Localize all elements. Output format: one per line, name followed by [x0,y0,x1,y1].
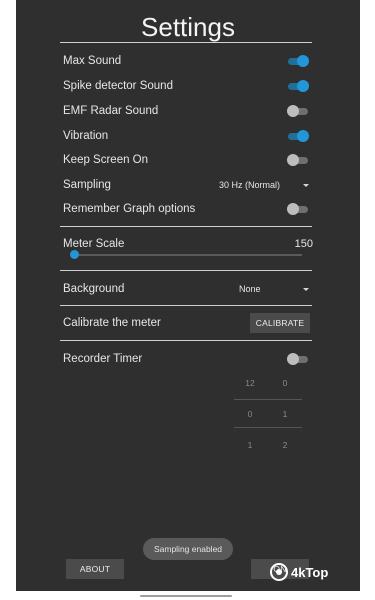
title-divider [60,42,312,43]
picker-hour-value[interactable]: 1 [240,440,260,450]
page-title: Settings [141,12,235,42]
setting-label: Vibration [63,130,109,142]
setting-label: Remember Graph options [63,203,196,215]
setting-background: Background None [63,277,311,301]
picker-divider [234,427,302,428]
meter-scale-value: 150 [294,238,313,250]
setting-label: Spike detector Sound [63,80,173,92]
picker-minute-value[interactable]: 1 [275,409,295,419]
setting-recorder-timer[interactable]: Recorder Timer [63,347,311,371]
calibrate-button[interactable]: CALIBRATE [250,313,310,333]
picker-hour-value[interactable]: 0 [240,409,260,419]
setting-label: Calibrate the meter [63,317,161,329]
watermark: 4kTop [270,560,328,584]
setting-vibration[interactable]: Vibration [63,124,311,148]
setting-sampling: Sampling 30 Hz (Normal) [63,173,311,197]
background-select[interactable]: None [239,284,311,294]
picker-hour-value[interactable]: 12 [240,378,260,388]
chevron-down-icon [303,287,309,291]
setting-label: EMF Radar Sound [63,105,159,117]
picker-divider [234,399,302,400]
divider [60,226,312,227]
setting-spike-detector-sound[interactable]: Spike detector Sound [63,74,311,98]
setting-label: Sampling [63,179,111,191]
max-sound-toggle[interactable] [287,54,309,68]
picker-minute-value[interactable]: 0 [275,378,295,388]
divider [60,340,312,341]
home-handle[interactable] [140,595,232,597]
divider [60,305,312,306]
setting-emf-radar-sound[interactable]: EMF Radar Sound [63,99,311,123]
recorder-timer-toggle[interactable] [287,352,309,366]
setting-keep-screen-on[interactable]: Keep Screen On [63,148,311,172]
setting-label: Max Sound [63,55,122,67]
about-button[interactable]: ABOUT [66,559,124,579]
divider [60,270,312,271]
background-value: None [239,284,261,294]
setting-max-sound[interactable]: Max Sound [63,49,311,73]
setting-label: Keep Screen On [63,154,149,166]
setting-remember-graph[interactable]: Remember Graph options [63,197,311,221]
keep-screen-on-toggle[interactable] [287,153,309,167]
picker-minute-value[interactable]: 2 [275,440,295,450]
sampling-select[interactable]: 30 Hz (Normal) [219,180,311,190]
meter-scale-slider[interactable] [72,254,302,256]
remember-graph-toggle[interactable] [287,202,309,216]
setting-meter-scale: Meter Scale 150 [63,232,313,256]
watermark-logo-icon [270,563,288,581]
settings-screen: Settings Max Sound Spike detector Sound … [16,0,360,600]
vibration-toggle[interactable] [287,129,309,143]
chevron-down-icon [303,183,309,187]
emf-radar-sound-toggle[interactable] [287,104,309,118]
sampling-value: 30 Hz (Normal) [219,180,281,190]
watermark-text: 4kTop [291,564,329,580]
setting-label: Background [63,283,125,295]
setting-label: Recorder Timer [63,353,143,365]
toast-message: Sampling enabled [143,538,233,560]
setting-label: Meter Scale [63,238,125,250]
spike-detector-sound-toggle[interactable] [287,79,309,93]
meter-scale-slider-thumb[interactable] [70,250,79,259]
